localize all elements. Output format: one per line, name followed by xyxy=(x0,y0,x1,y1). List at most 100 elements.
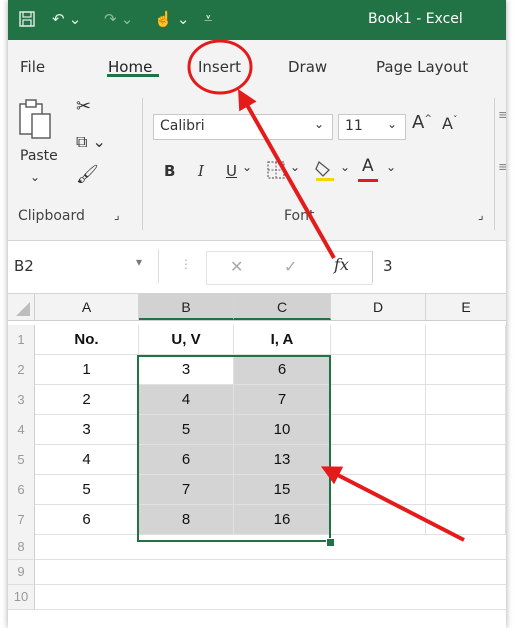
cell-c2[interactable]: 6 xyxy=(234,355,331,385)
paste-dropdown-icon[interactable]: ⌄ xyxy=(30,170,40,184)
font-launcher-icon[interactable]: ⌟ xyxy=(478,208,484,222)
cell-e1[interactable] xyxy=(426,325,506,355)
cell-b7[interactable]: 8 xyxy=(139,505,234,535)
column-header-e[interactable]: E xyxy=(426,294,506,320)
paste-label[interactable]: Paste xyxy=(20,148,58,164)
cell-a7[interactable]: 6 xyxy=(35,505,139,535)
fill-handle[interactable] xyxy=(326,538,335,547)
chevron-down-icon: ⌄ xyxy=(314,117,325,131)
cell-b6[interactable]: 7 xyxy=(139,475,234,505)
row-header[interactable]: 6 xyxy=(8,475,35,506)
column-header-b[interactable]: B xyxy=(139,294,234,320)
tab-insert[interactable]: Insert xyxy=(198,58,241,76)
cell-b1[interactable]: U, V xyxy=(139,325,234,355)
cell-e3[interactable] xyxy=(426,385,506,415)
cell-d3[interactable] xyxy=(331,385,426,415)
touch-mode-icon[interactable]: ☝ ⌄ xyxy=(154,10,189,28)
row-header[interactable]: 8 xyxy=(8,535,35,560)
name-box-value: B2 xyxy=(14,257,34,275)
cell-d4[interactable] xyxy=(331,415,426,445)
copy-icon[interactable]: ⧉ ⌄ xyxy=(76,132,106,152)
cell-d6[interactable] xyxy=(331,475,426,505)
ribbon-separator xyxy=(494,98,495,230)
font-name-dropdown[interactable]: Calibri ⌄ xyxy=(153,114,333,140)
row-header[interactable]: 7 xyxy=(8,505,35,536)
cell-b3[interactable]: 4 xyxy=(139,385,234,415)
cell-b2[interactable]: 3 xyxy=(139,355,234,385)
font-size-dropdown[interactable]: 11 ⌄ xyxy=(338,114,406,140)
cell-c3[interactable]: 7 xyxy=(234,385,331,415)
cell-c4[interactable]: 10 xyxy=(234,415,331,445)
enter-icon[interactable]: ✓ xyxy=(284,257,297,276)
insert-function-icon[interactable]: fx xyxy=(334,255,349,274)
cell-b4[interactable]: 5 xyxy=(139,415,234,445)
empty-row[interactable] xyxy=(35,585,506,610)
formula-bar-grip-icon: ⋮ xyxy=(180,257,192,271)
chevron-down-icon[interactable]: ▾ xyxy=(136,255,142,269)
row-header[interactable]: 1 xyxy=(8,325,35,356)
column-header-d[interactable]: D xyxy=(331,294,426,320)
cell-d2[interactable] xyxy=(331,355,426,385)
cell-c1[interactable]: I, A xyxy=(234,325,331,355)
cancel-icon[interactable]: ✕ xyxy=(230,257,243,276)
cell-a4[interactable]: 3 xyxy=(35,415,139,445)
ribbon-separator xyxy=(142,98,143,230)
cell-d1[interactable] xyxy=(331,325,426,355)
cell-e7[interactable] xyxy=(426,505,506,535)
row-header[interactable]: 2 xyxy=(8,355,35,386)
cell-e2[interactable] xyxy=(426,355,506,385)
paste-icon[interactable] xyxy=(18,98,52,147)
row-header[interactable]: 5 xyxy=(8,445,35,476)
cell-e6[interactable] xyxy=(426,475,506,505)
cell-c7[interactable]: 16 xyxy=(234,505,331,535)
customize-toolbar-icon[interactable]: ⩡ xyxy=(204,10,212,27)
row-header[interactable]: 10 xyxy=(8,585,35,610)
cell-a5[interactable]: 4 xyxy=(35,445,139,475)
cell-c6[interactable]: 15 xyxy=(234,475,331,505)
decrease-font-icon[interactable]: Aˇ xyxy=(442,114,457,133)
column-header-c[interactable]: C xyxy=(234,294,331,320)
cell-a6[interactable]: 5 xyxy=(35,475,139,505)
font-color-dropdown-icon[interactable]: ⌄ xyxy=(386,160,396,174)
name-box[interactable]: B2 ▾ xyxy=(8,249,159,283)
cell-e5[interactable] xyxy=(426,445,506,475)
tab-file[interactable]: File xyxy=(20,58,45,76)
borders-dropdown-icon[interactable]: ⌄ xyxy=(290,160,300,174)
cell-a1[interactable]: No. xyxy=(35,325,139,355)
formula-input[interactable]: 3 xyxy=(372,251,506,283)
column-header-a[interactable]: A xyxy=(35,294,139,320)
empty-row[interactable] xyxy=(35,560,506,585)
row-header[interactable]: 3 xyxy=(8,385,35,416)
cut-icon[interactable]: ✂ xyxy=(76,96,91,117)
align-left-icon[interactable]: ≡ xyxy=(498,160,506,175)
tab-page-layout[interactable]: Page Layout xyxy=(376,58,468,76)
cell-a3[interactable]: 2 xyxy=(35,385,139,415)
underline-button[interactable]: U xyxy=(226,162,237,180)
chevron-down-icon: ⌄ xyxy=(387,117,398,131)
row-header[interactable]: 4 xyxy=(8,415,35,446)
row-header[interactable]: 9 xyxy=(8,560,35,585)
select-all-corner[interactable] xyxy=(8,294,35,320)
tab-draw[interactable]: Draw xyxy=(288,58,327,76)
bold-button[interactable]: B xyxy=(164,162,175,180)
clipboard-launcher-icon[interactable]: ⌟ xyxy=(114,208,120,222)
cell-b5[interactable]: 6 xyxy=(139,445,234,475)
cell-d7[interactable] xyxy=(331,505,426,535)
cell-c5[interactable]: 13 xyxy=(234,445,331,475)
increase-font-icon[interactable]: A^ xyxy=(412,112,432,133)
save-icon[interactable] xyxy=(18,10,36,32)
fill-color-dropdown-icon[interactable]: ⌄ xyxy=(340,160,350,174)
cell-e4[interactable] xyxy=(426,415,506,445)
cell-a2[interactable]: 1 xyxy=(35,355,139,385)
format-painter-icon[interactable]: 🖌 xyxy=(76,164,99,185)
undo-icon[interactable]: ↶ ⌄ xyxy=(52,10,81,28)
cell-d5[interactable] xyxy=(331,445,426,475)
font-color-icon[interactable]: A xyxy=(362,156,374,176)
redo-icon[interactable]: ↷ ⌄ xyxy=(104,10,133,28)
underline-dropdown-icon[interactable]: ⌄ xyxy=(242,160,252,174)
borders-icon[interactable] xyxy=(266,160,286,185)
align-top-icon[interactable]: ≡ xyxy=(498,108,506,123)
empty-row[interactable] xyxy=(35,535,506,560)
italic-button[interactable]: I xyxy=(198,162,204,180)
fill-color-icon[interactable] xyxy=(314,158,336,187)
